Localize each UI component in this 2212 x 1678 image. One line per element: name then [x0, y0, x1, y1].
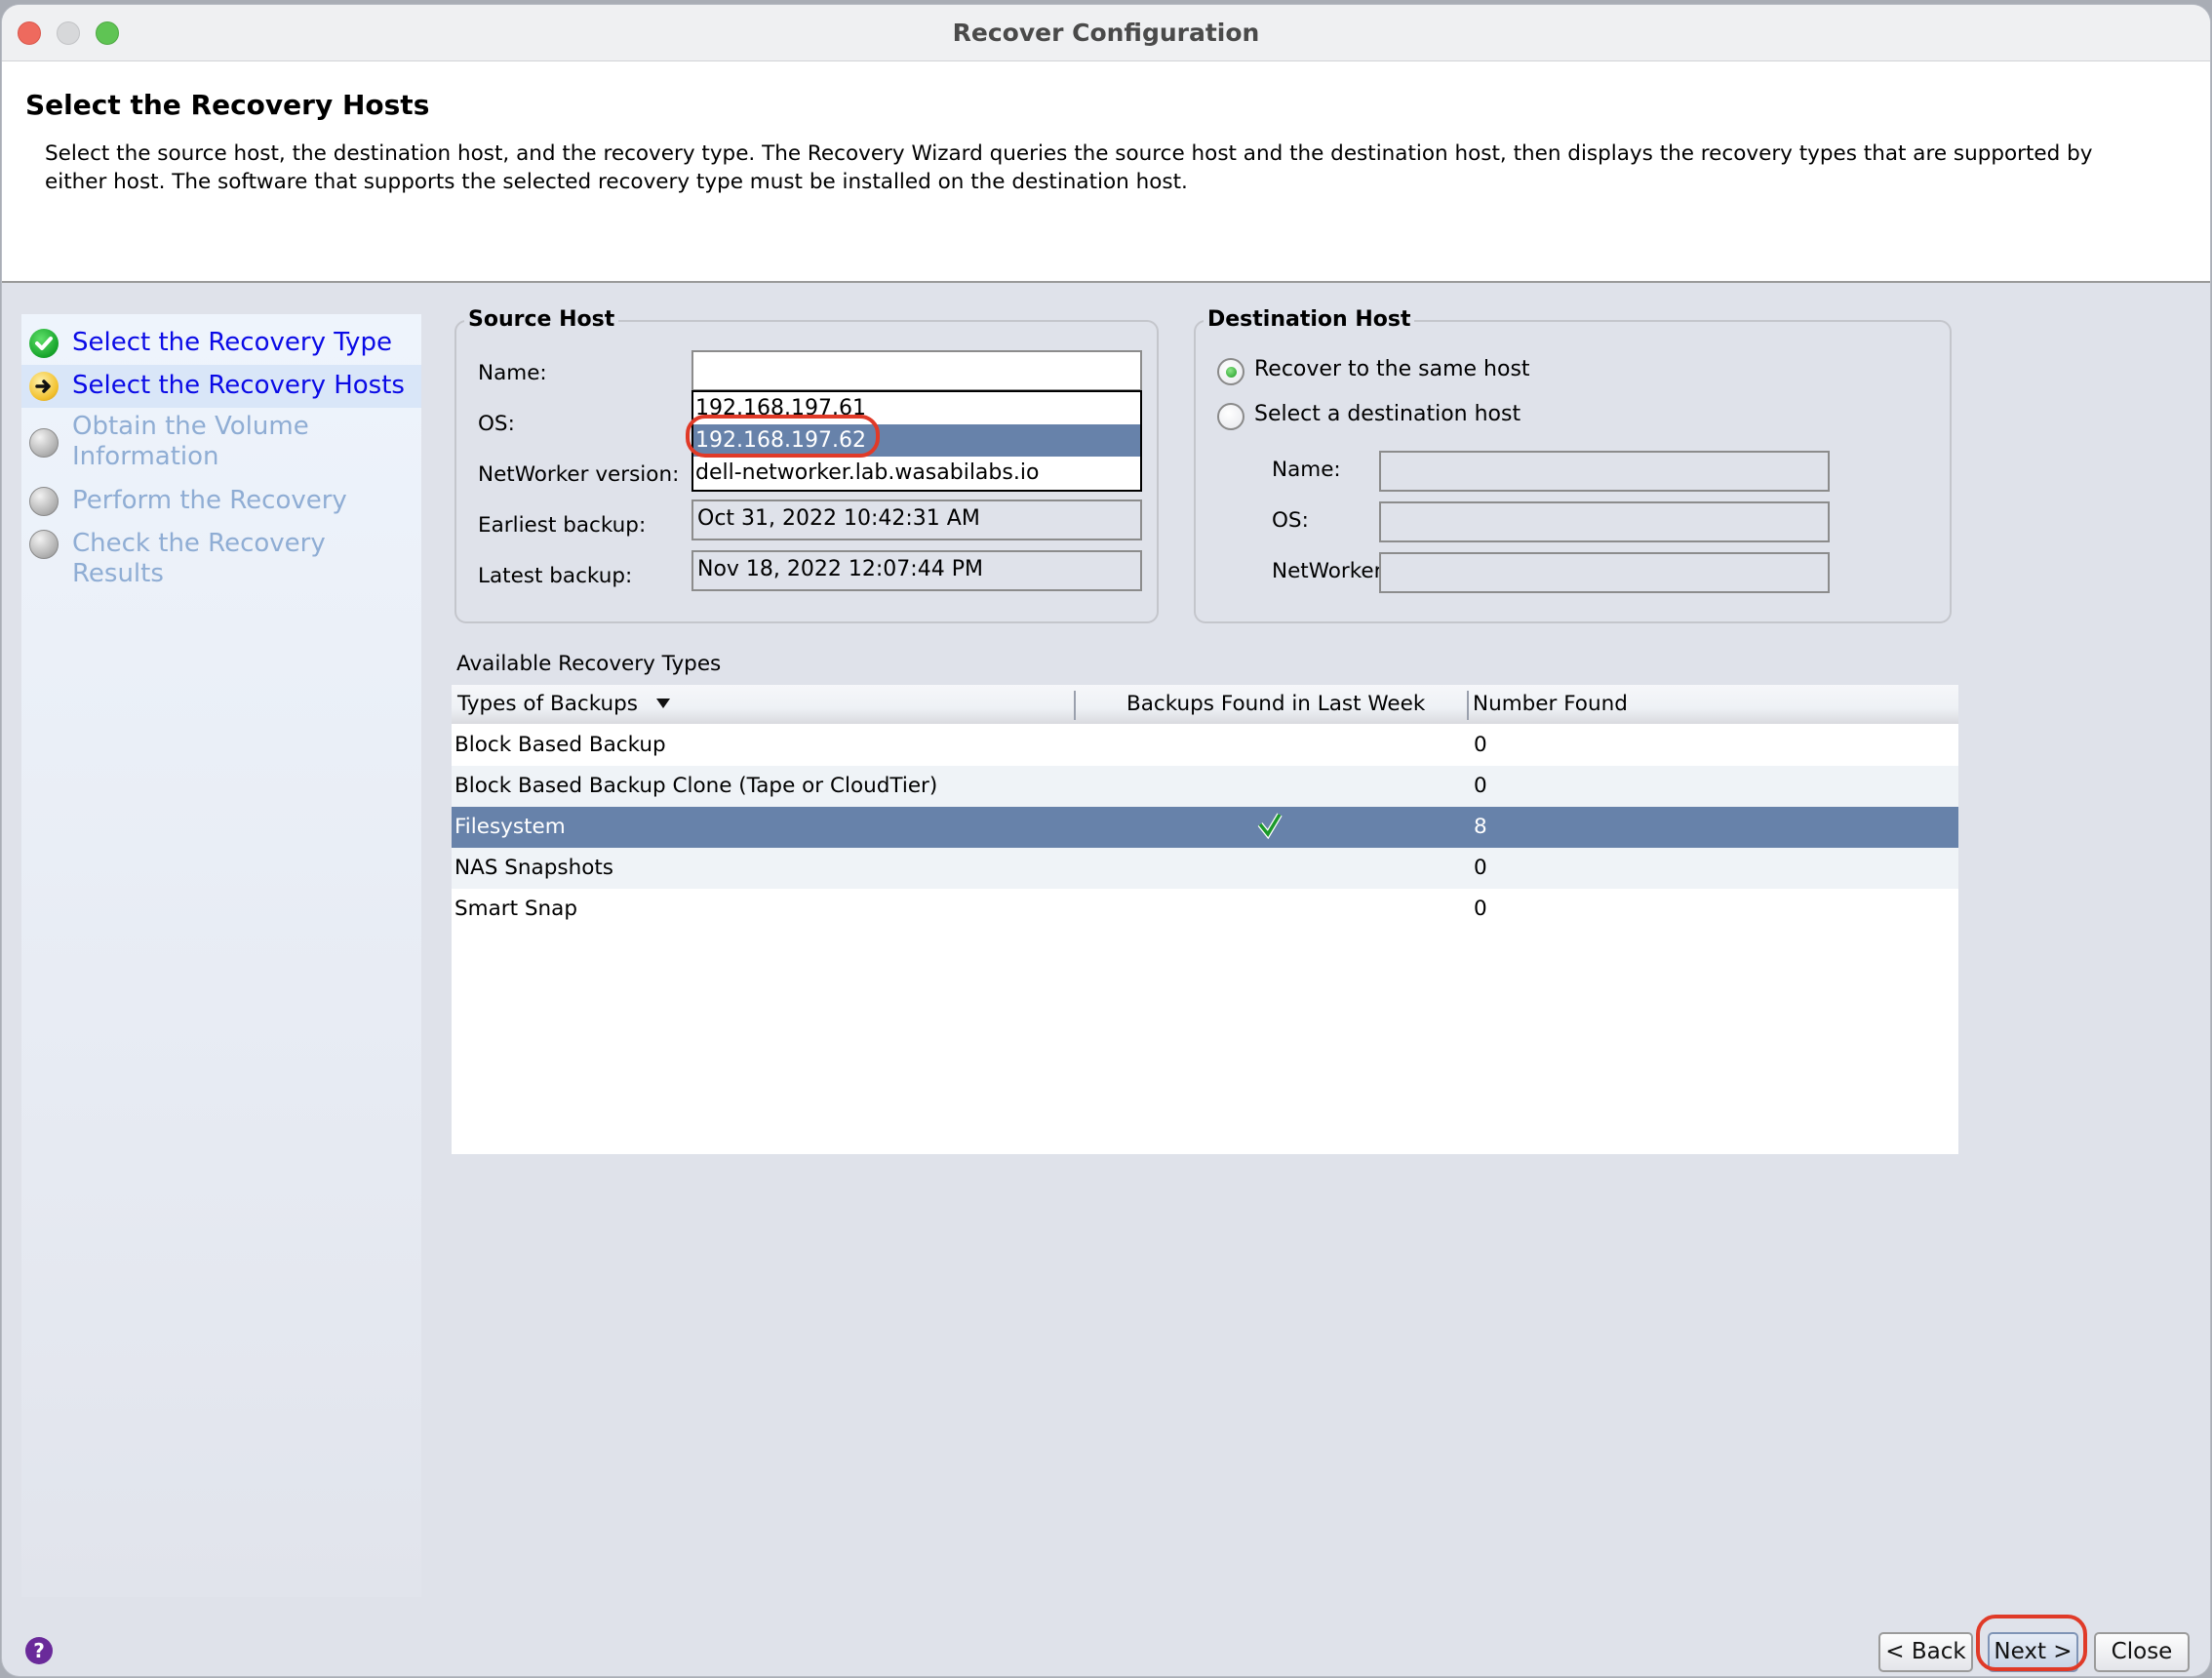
- destination-host-title: Destination Host: [1204, 307, 1415, 332]
- step-label: Select the Recovery Type: [72, 328, 392, 357]
- column-divider[interactable]: [1074, 691, 1076, 720]
- radio-recover-same-host[interactable]: [1217, 358, 1244, 385]
- arrow-circle-icon: [29, 372, 59, 401]
- page-title: Select the Recovery Hosts: [25, 89, 430, 121]
- table-row[interactable]: NAS Snapshots 0: [452, 848, 1958, 889]
- grey-circle-icon: [29, 487, 59, 516]
- table-header: Types of Backups Backups Found in Last W…: [452, 685, 1958, 724]
- destination-networker-field: [1379, 552, 1830, 593]
- source-networker-label: NetWorker version:: [478, 462, 680, 487]
- grey-circle-icon: [29, 428, 59, 458]
- step-check-recovery-results: Check the Recovery Results: [21, 523, 421, 588]
- wizard-header: Select the Recovery Hosts Select the sou…: [2, 61, 2210, 283]
- next-button[interactable]: Next >: [1988, 1632, 2078, 1672]
- step-perform-recovery: Perform the Recovery: [21, 480, 421, 523]
- check-circle-icon: [29, 329, 59, 358]
- source-os-label: OS:: [478, 412, 515, 436]
- cell-type: Smart Snap: [454, 897, 577, 921]
- source-latest-backup-field: Nov 18, 2022 12:07:44 PM: [691, 550, 1142, 591]
- source-host-title: Source Host: [464, 307, 619, 332]
- wizard-steps-panel: Select the Recovery Type Select the Reco…: [21, 314, 421, 1597]
- column-header-types-of-backups[interactable]: Types of Backups: [457, 685, 638, 724]
- source-earliest-backup-field: Oct 31, 2022 10:42:31 AM: [691, 499, 1142, 540]
- cell-type: Block Based Backup: [454, 733, 666, 757]
- destination-name-label: Name:: [1272, 458, 1341, 482]
- dropdown-option[interactable]: 192.168.197.61: [693, 392, 1140, 424]
- column-divider[interactable]: [1467, 691, 1469, 720]
- checkmark-icon: [1257, 811, 1283, 852]
- column-header-number-found[interactable]: Number Found: [1473, 685, 1628, 724]
- step-obtain-volume-information: Obtain the Volume Information: [21, 408, 421, 478]
- title-bar: Recover Configuration: [2, 5, 2210, 61]
- cell-type: Block Based Backup Clone (Tape or CloudT…: [454, 774, 938, 798]
- back-button[interactable]: < Back: [1878, 1632, 1973, 1672]
- dropdown-option-selected[interactable]: 192.168.197.62: [693, 424, 1140, 457]
- step-select-recovery-type[interactable]: Select the Recovery Type: [21, 322, 421, 365]
- column-header-backups-found-last-week[interactable]: Backups Found in Last Week: [1126, 685, 1425, 724]
- radio-select-destination-host[interactable]: [1217, 403, 1244, 430]
- step-label: Check the Recovery Results: [72, 529, 326, 588]
- cell-number-found: 8: [1474, 815, 1487, 839]
- window-title: Recover Configuration: [952, 19, 1260, 47]
- page-description: Select the source host, the destination …: [45, 141, 2093, 194]
- source-name-label: Name:: [478, 361, 547, 385]
- destination-name-field: [1379, 451, 1830, 492]
- cell-number-found: 0: [1474, 856, 1487, 880]
- source-name-dropdown-list: 192.168.197.61 192.168.197.62 dell-netwo…: [691, 390, 1142, 492]
- recover-configuration-window: Recover Configuration Select the Recover…: [2, 5, 2210, 1676]
- table-row[interactable]: Block Based Backup 0: [452, 725, 1958, 766]
- sort-descending-icon[interactable]: [656, 699, 670, 708]
- source-name-combobox[interactable]: [691, 350, 1142, 391]
- source-latest-label: Latest backup:: [478, 564, 633, 588]
- step-label: Select the Recovery Hosts: [72, 371, 405, 400]
- grey-circle-icon: [29, 530, 59, 559]
- help-icon[interactable]: ?: [25, 1637, 53, 1664]
- cell-number-found: 0: [1474, 897, 1487, 921]
- table-row[interactable]: Smart Snap 0: [452, 889, 1958, 930]
- close-button[interactable]: Close: [2094, 1632, 2190, 1672]
- dropdown-option[interactable]: dell-networker.lab.wasabilabs.io: [693, 457, 1140, 489]
- step-label: Perform the Recovery: [72, 486, 347, 515]
- radio-recover-same-host-label[interactable]: Recover to the same host: [1254, 357, 1530, 381]
- cell-number-found: 0: [1474, 774, 1487, 798]
- table-row[interactable]: Filesystem 8: [452, 807, 1958, 848]
- cell-number-found: 0: [1474, 733, 1487, 757]
- destination-os-field: [1379, 501, 1830, 542]
- step-label: Obtain the Volume Information: [72, 412, 309, 471]
- table-row[interactable]: Block Based Backup Clone (Tape or CloudT…: [452, 766, 1958, 807]
- cell-type: NAS Snapshots: [454, 856, 613, 880]
- source-earliest-label: Earliest backup:: [478, 513, 647, 538]
- cell-type: Filesystem: [454, 815, 566, 839]
- step-select-recovery-hosts[interactable]: Select the Recovery Hosts: [21, 365, 421, 408]
- recovery-types-table: Types of Backups Backups Found in Last W…: [452, 685, 1958, 1154]
- radio-select-destination-host-label[interactable]: Select a destination host: [1254, 402, 1521, 426]
- destination-os-label: OS:: [1272, 508, 1309, 533]
- available-recovery-types-label: Available Recovery Types: [456, 652, 722, 676]
